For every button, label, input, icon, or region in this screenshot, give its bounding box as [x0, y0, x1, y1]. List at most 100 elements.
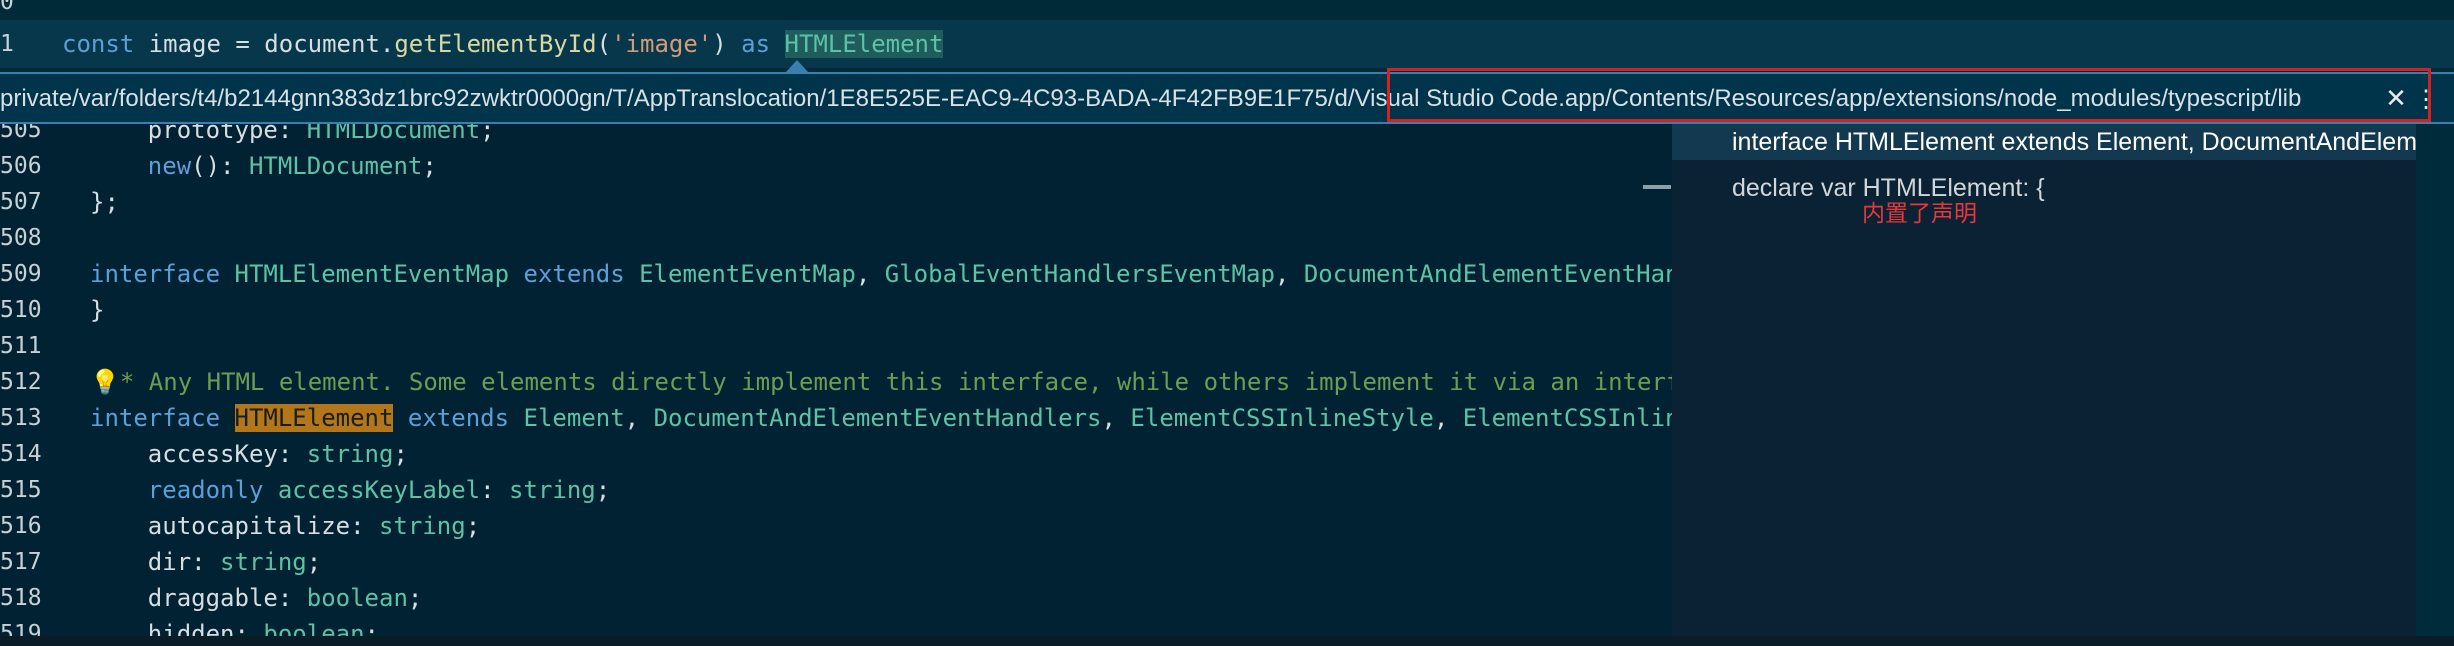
code-token: ElementCSSInlineStyle: [1130, 404, 1434, 432]
code-line[interactable]: readonly accessKeyLabel: string;: [90, 472, 610, 508]
line-number: 518: [0, 585, 42, 611]
code-token: string: [220, 548, 307, 576]
code-token: ():: [191, 152, 249, 180]
line-number: 1: [0, 31, 14, 57]
annotation-note: 内置了声明: [1862, 200, 1977, 226]
code-token: ,: [624, 404, 654, 432]
code-text: .: [379, 30, 395, 58]
highlight-box: [1387, 68, 2431, 122]
line-number: 512: [0, 369, 42, 395]
string-literal: 'image': [611, 30, 713, 58]
code-token: accessKey:: [90, 440, 307, 468]
code-token: boolean: [306, 584, 408, 612]
code-token: ,: [1101, 404, 1131, 432]
bottom-border: [0, 636, 2454, 646]
peek-references-list: interface HTMLElement extends Element, D…: [1672, 124, 2416, 646]
keyword: as: [741, 30, 771, 58]
code-text: document: [264, 30, 380, 58]
code-token: string: [306, 440, 394, 468]
line-number: 513: [0, 405, 42, 431]
line-number: 511: [0, 333, 42, 359]
code-line[interactable]: dir: string;: [90, 544, 321, 580]
code-line[interactable]: accessKey: string;: [90, 436, 408, 472]
code-token: interface: [90, 404, 221, 432]
code-line[interactable]: new(): HTMLDocument;: [90, 148, 437, 184]
code-line[interactable]: autocapitalize: string;: [90, 508, 480, 544]
code-line[interactable]: draggable: boolean;: [90, 580, 423, 616]
type-name-selected[interactable]: HTMLElement: [784, 30, 944, 58]
code-line[interactable]: };: [90, 184, 119, 220]
line-number: 506: [0, 153, 42, 179]
code-token: new: [147, 152, 192, 180]
keyword: const: [62, 30, 135, 58]
code-text: image =: [134, 30, 265, 58]
reference-item[interactable]: interface HTMLElement extends Element, D…: [1672, 124, 2416, 160]
line-number: 514: [0, 441, 42, 467]
code-token: string: [509, 476, 596, 504]
code-token: ;: [393, 440, 408, 468]
method-name: getElementById: [394, 30, 597, 58]
code-line[interactable]: 💡* Any HTML element. Some elements direc…: [90, 364, 1672, 400]
type-name-highlighted: HTMLElement: [234, 404, 394, 432]
code-token: ElementCSSInlineStyle: [1462, 404, 1672, 432]
code-line[interactable]: interface HTMLElementEventMap extends El…: [90, 256, 1672, 292]
code-line[interactable]: const image = document.getElementById('i…: [62, 26, 944, 62]
code-line[interactable]: }: [90, 292, 104, 328]
code-token: GlobalEventHandlersEventMap: [884, 260, 1275, 288]
line-number: 505: [0, 124, 42, 143]
code-text: (: [596, 30, 612, 58]
code-token: HTMLDocument: [248, 152, 423, 180]
line-number: 510: [0, 297, 42, 323]
code-token: ,: [1433, 404, 1463, 432]
code-token: ;: [595, 476, 611, 504]
code-text: ): [712, 30, 742, 58]
code-token: extends: [523, 260, 625, 288]
code-token: ;: [306, 548, 322, 576]
line-number: 515: [0, 477, 42, 503]
scrollbar-marker[interactable]: [1643, 185, 1671, 189]
code-token: interface: [90, 260, 221, 288]
code-token: readonly: [147, 476, 264, 504]
reference-label: interface HTMLElement extends Element, D…: [1732, 128, 2416, 156]
code-token: draggable:: [90, 584, 307, 612]
code-token: }: [90, 296, 105, 324]
code-token: prototype:: [90, 124, 307, 144]
code-token: string: [378, 512, 466, 540]
line-number: 517: [0, 549, 42, 575]
line-number: 507: [0, 189, 42, 215]
peek-editor[interactable]: 505 prototype: HTMLDocument; 506 new(): H…: [0, 124, 1672, 646]
peek-pointer: [786, 60, 808, 72]
code-line[interactable]: prototype: HTMLDocument;: [90, 124, 495, 148]
code-token: DocumentAndElementEventHandlers: [653, 404, 1102, 432]
code-line[interactable]: interface HTMLElement extends Element, D…: [90, 400, 1672, 436]
code-token: HTMLElementEventMap: [234, 260, 510, 288]
code-token: dir:: [90, 548, 221, 576]
code-token: extends: [407, 404, 510, 432]
code-token: ElementEventMap: [639, 260, 856, 288]
code-token: ;: [480, 124, 495, 144]
code-token: ;: [407, 584, 423, 612]
code-token: autocapitalize:: [90, 512, 379, 540]
code-token: Element: [523, 404, 625, 432]
code-token: ,: [1274, 260, 1304, 288]
code-token: ,: [855, 260, 885, 288]
code-token: * Any HTML element. Some elements direct…: [119, 368, 1672, 396]
code-token: ;: [422, 152, 437, 180]
code-token: DocumentAndElementEventHandlersEventMap: [1303, 260, 1672, 288]
reference-item[interactable]: declare var HTMLElement: {: [1732, 170, 2412, 206]
line-number: 0: [0, 0, 14, 15]
code-token: accessKeyLabel: [277, 476, 481, 504]
code-token: :: [480, 476, 510, 504]
code-token: 💡: [90, 368, 120, 396]
code-token: HTMLDocument: [306, 124, 481, 144]
code-token: ;: [465, 512, 481, 540]
line-number: 516: [0, 513, 42, 539]
